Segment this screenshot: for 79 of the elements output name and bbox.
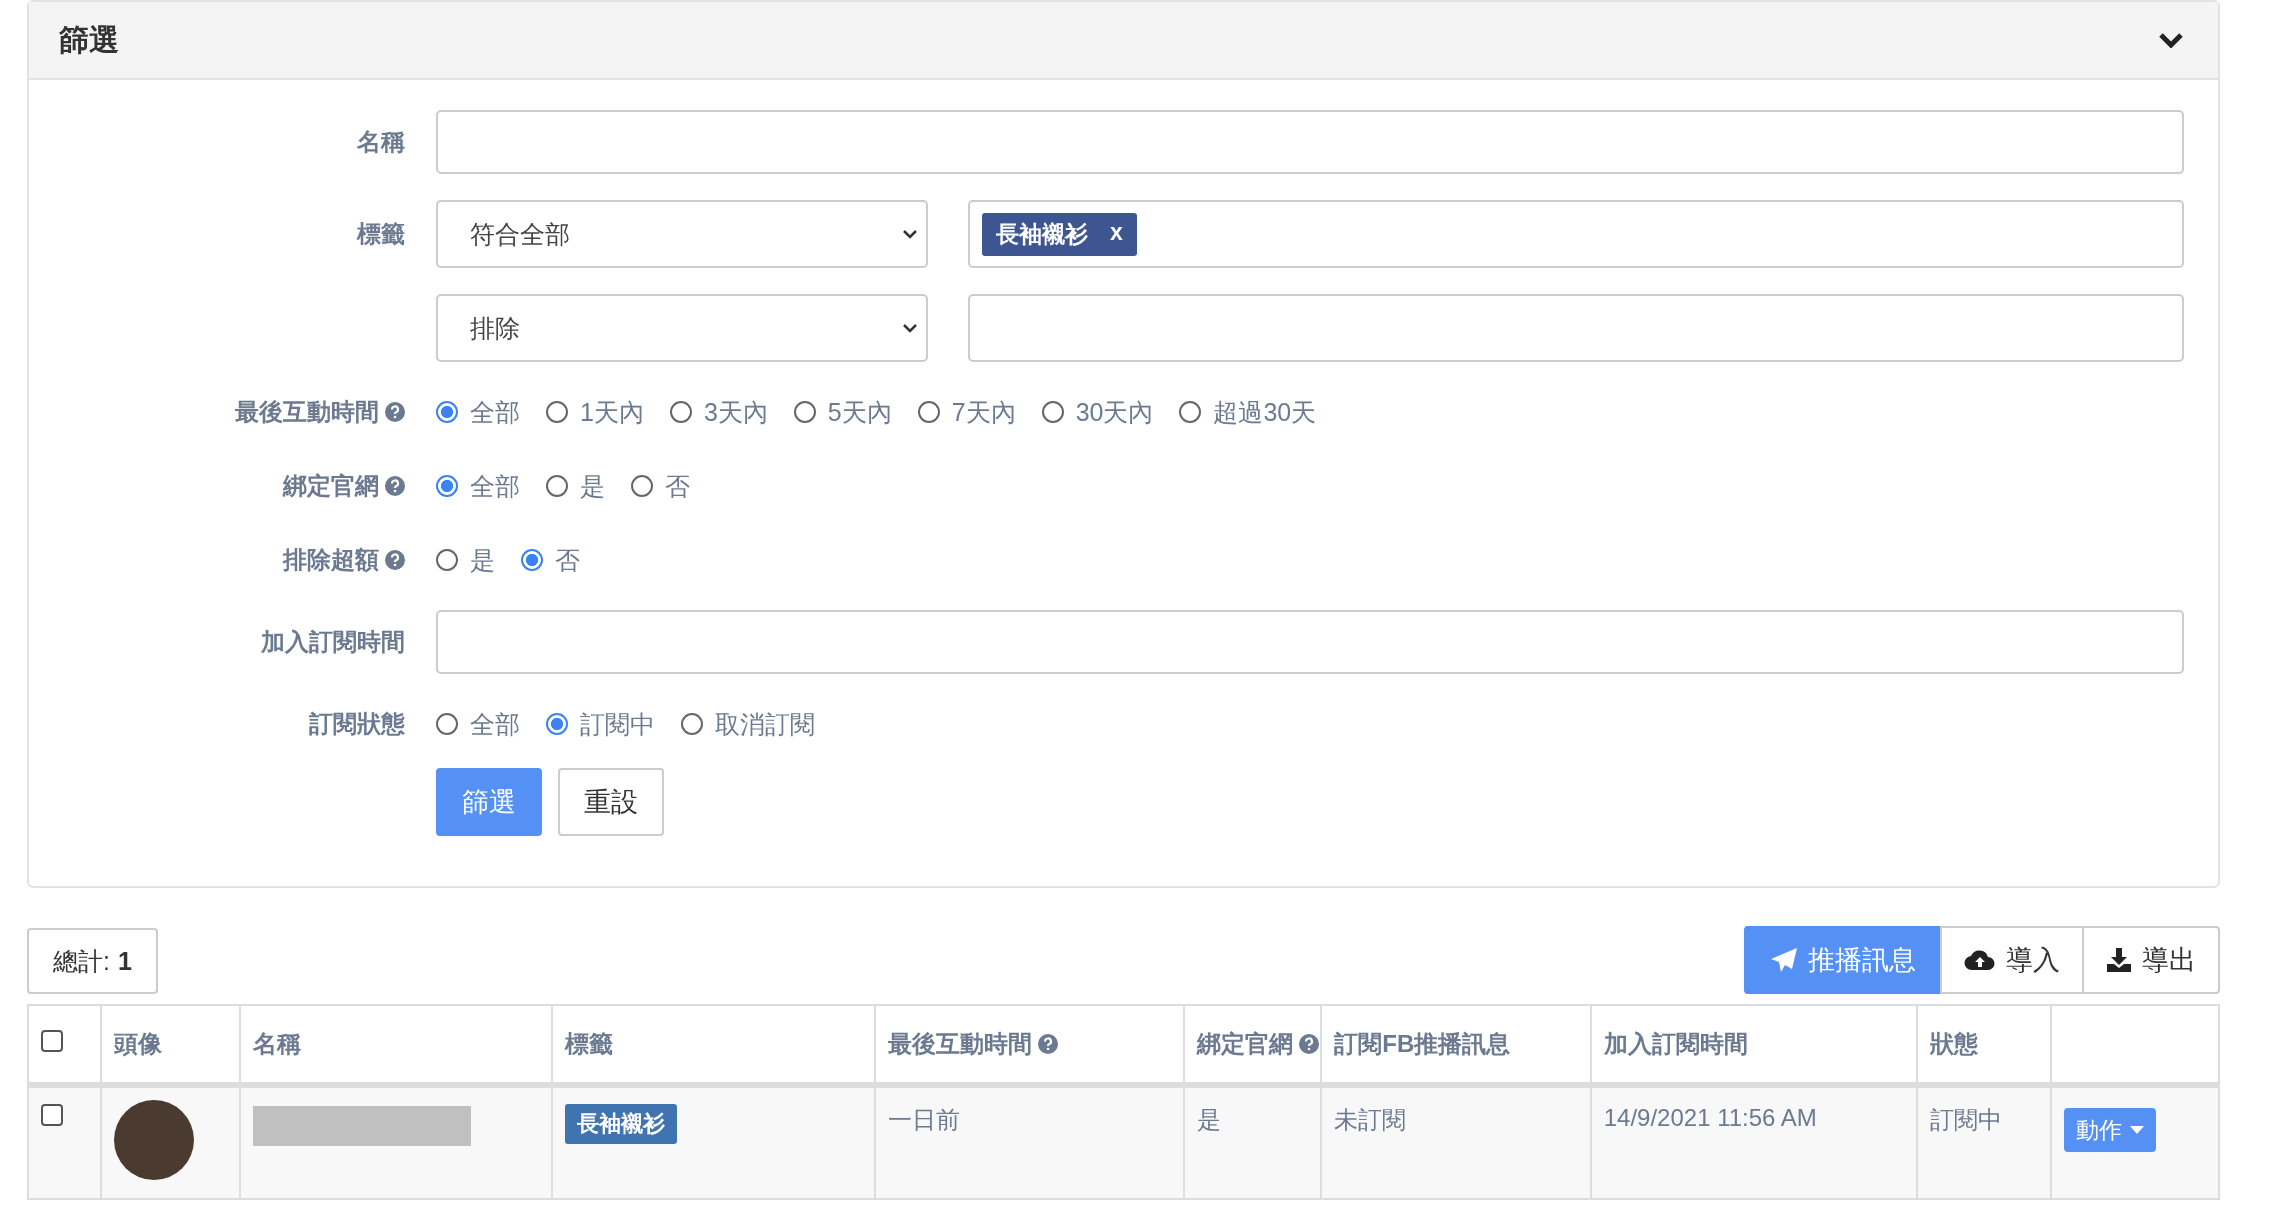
radio-label: 是 xyxy=(580,470,605,502)
input-field[interactable] xyxy=(436,610,2184,674)
radio-button[interactable] xyxy=(917,401,940,423)
cloud-upload-icon xyxy=(1964,948,1996,972)
radio-label: 否 xyxy=(665,470,690,502)
help-icon xyxy=(385,402,405,422)
chevron-down-icon[interactable] xyxy=(2158,32,2184,48)
help-icon xyxy=(385,476,405,496)
radio-button[interactable] xyxy=(546,401,568,423)
column-header: 狀態 xyxy=(1929,1030,1978,1057)
radio-button[interactable] xyxy=(436,475,458,497)
radio-button[interactable] xyxy=(631,475,653,497)
radio-button[interactable] xyxy=(793,401,816,423)
column-header: 頭像 xyxy=(114,1030,162,1057)
column-header: 加入訂閱時間 xyxy=(1603,1030,1748,1057)
tag-input-field[interactable]: 長袖襯衫 x xyxy=(968,200,2184,268)
table-cell: 14/9/2021 11:56 AM xyxy=(1603,1104,1817,1131)
field-label: 綁定官網 xyxy=(283,472,379,499)
export-button[interactable]: 導出 xyxy=(2082,926,2220,994)
column-header: 名稱 xyxy=(252,1030,301,1057)
paper-plane-icon xyxy=(1770,947,1798,973)
dropdown-select[interactable]: 符合全部 xyxy=(436,200,928,268)
help-icon xyxy=(1038,1034,1059,1054)
radio-button[interactable] xyxy=(436,549,458,571)
radio-label: 否 xyxy=(555,544,580,576)
panel-title: 篩選 xyxy=(59,21,119,58)
import-button[interactable]: 導入 xyxy=(1940,926,2084,994)
radio-label: 30天內 xyxy=(1075,396,1154,428)
reset-button[interactable]: 重設 xyxy=(558,768,664,836)
radio-label: 5天內 xyxy=(827,396,892,428)
radio-label: 全部 xyxy=(470,470,520,502)
total-label: 總計: xyxy=(53,945,110,977)
radio-button[interactable] xyxy=(681,713,703,735)
total-value: 1 xyxy=(117,946,132,976)
chevron-down-icon xyxy=(902,229,918,239)
radio-button[interactable] xyxy=(546,713,568,735)
tag-input-field[interactable] xyxy=(968,294,2184,362)
help-icon xyxy=(385,550,405,570)
radio-label: 取消訂閱 xyxy=(715,708,815,740)
radio-button[interactable] xyxy=(1041,401,1064,423)
column-header: 最後互動時間 xyxy=(888,1030,1033,1057)
help-icon xyxy=(1298,1034,1319,1054)
table-cell: 是 xyxy=(1196,1106,1221,1133)
table-cell: 未訂閱 xyxy=(1334,1106,1407,1133)
field-label: 加入訂閱時間 xyxy=(261,628,405,655)
radio-button[interactable] xyxy=(436,401,458,423)
field-label: 名稱 xyxy=(357,128,405,155)
checkbox[interactable] xyxy=(41,1030,63,1052)
field-label: 標籤 xyxy=(357,220,405,247)
radio-button[interactable] xyxy=(546,475,568,497)
table-cell: 一日前 xyxy=(888,1106,961,1133)
caret-down-icon xyxy=(2130,1126,2145,1134)
radio-button[interactable] xyxy=(436,713,458,735)
radio-button[interactable] xyxy=(521,549,543,571)
radio-button[interactable] xyxy=(1179,401,1202,423)
tag-chip: 長袖襯衫 xyxy=(565,1104,678,1144)
radio-label: 訂閱中 xyxy=(580,708,655,740)
radio-label: 超過30天 xyxy=(1213,396,1317,428)
field-label: 最後互動時間 xyxy=(235,398,379,425)
column-header: 訂閱FB推播訊息 xyxy=(1334,1030,1511,1057)
field-label: 訂閱狀態 xyxy=(309,710,405,737)
chevron-down-icon xyxy=(902,323,918,333)
radio-label: 全部 xyxy=(470,708,520,740)
radio-label: 是 xyxy=(470,544,495,576)
radio-label: 1天內 xyxy=(580,396,644,428)
tag-chip: 長袖襯衫 x xyxy=(982,212,1137,256)
download-icon xyxy=(2106,947,2132,973)
remove-tag-button[interactable]: x xyxy=(1110,218,1123,250)
input-field[interactable] xyxy=(436,110,2184,174)
radio-label: 7天內 xyxy=(951,396,1016,428)
checkbox[interactable] xyxy=(41,1104,63,1126)
dropdown-select[interactable]: 排除 xyxy=(436,294,928,362)
radio-label: 全部 xyxy=(470,396,520,428)
radio-button[interactable] xyxy=(669,401,692,423)
radio-label: 3天內 xyxy=(703,396,768,428)
column-header: 綁定官網 xyxy=(1196,1030,1293,1057)
column-header: 標籤 xyxy=(565,1030,614,1057)
field-label: 排除超額 xyxy=(283,546,379,573)
table-cell: 訂閱中 xyxy=(1929,1106,2002,1133)
